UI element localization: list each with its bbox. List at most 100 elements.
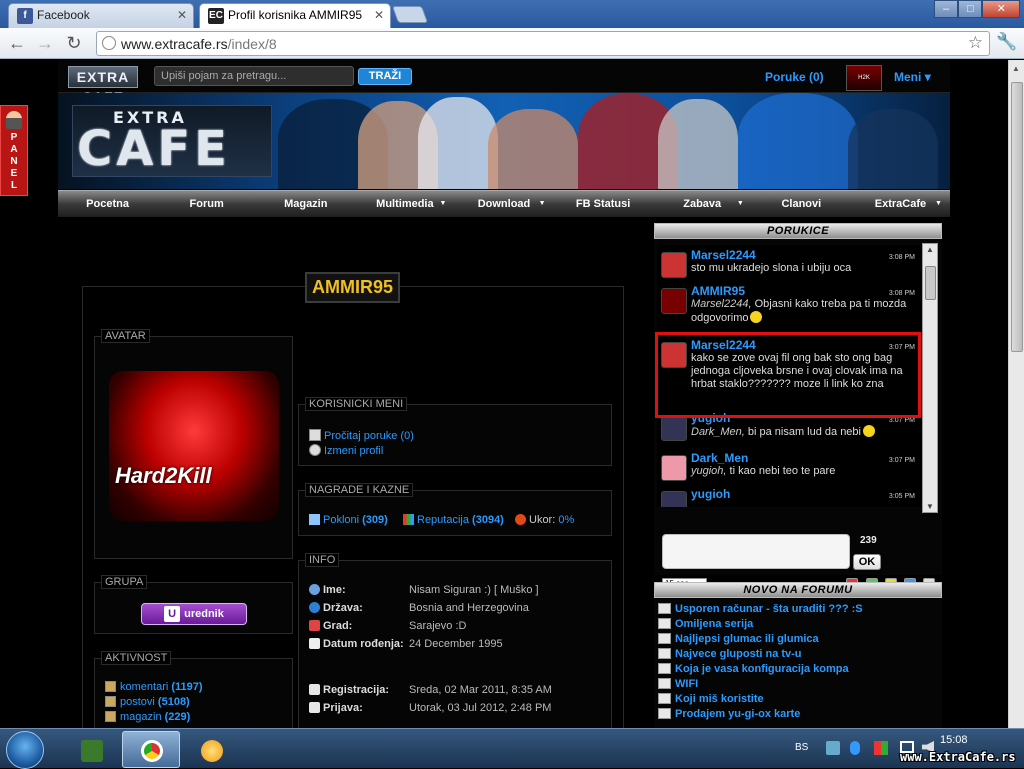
smiley-icon <box>750 311 763 323</box>
avatar[interactable] <box>661 415 687 441</box>
topic-icon <box>658 678 671 689</box>
bluetooth-icon[interactable] <box>850 741 860 755</box>
messages-link[interactable]: Poruke (0) <box>765 70 824 84</box>
minimize-icon[interactable]: – <box>934 0 959 18</box>
forum-topic-link[interactable]: Omiljena serija <box>658 618 753 630</box>
user-icon <box>309 584 320 595</box>
forum-topic-link[interactable]: Usporen računar - šta uraditi ??? :S <box>658 603 863 615</box>
user-avatar[interactable]: H2K <box>846 65 882 91</box>
shout-author[interactable]: AMMIR95 <box>691 285 921 298</box>
scroll-up-icon[interactable]: ▲ <box>926 245 934 254</box>
nav-item-extracafe[interactable]: ExtraCafe ▼ <box>851 191 950 217</box>
browser-window: f Facebook ✕ EC Profil korisnika AMMIR95… <box>0 0 1024 728</box>
shout-message: Marsel2244 3:08 PM sto mu ukradejo slona i… <box>657 249 921 278</box>
nav-item-zabava[interactable]: Zabava ▼ <box>653 191 752 217</box>
search-button[interactable]: TRAŽI <box>358 68 412 85</box>
read-messages-link[interactable]: Pročitaj poruke (0) <box>309 429 414 442</box>
activity-comments-link[interactable]: komentari (1197) <box>105 681 203 693</box>
avatar[interactable] <box>661 455 687 481</box>
extracafe-logo[interactable]: EXTRA CAFE <box>72 105 272 177</box>
windows-taskbar: BS 15:08 <box>0 728 1024 769</box>
reload-icon[interactable]: ↻ <box>63 32 85 54</box>
user-icon <box>6 111 22 129</box>
edit-profile-link[interactable]: Izmeni profil <box>309 444 383 457</box>
login-icon <box>309 702 320 713</box>
menu-link[interactable]: Meni ▾ <box>894 70 931 84</box>
chevron-down-icon: ▼ <box>935 200 942 207</box>
avatar-section: AVATAR Hard2Kill <box>94 329 293 559</box>
shout-author[interactable]: Marsel2244 <box>691 249 921 262</box>
nav-item-fb-statusi[interactable]: FB Statusi <box>554 191 653 217</box>
nav-item-forum[interactable]: Forum <box>157 191 256 217</box>
tab-title: Profil korisnika AMMIR95 <box>228 8 363 22</box>
activity-magazine-link[interactable]: magazin (229) <box>105 711 190 723</box>
nav-item-download[interactable]: Download ▼ <box>454 191 553 217</box>
search-input[interactable]: Upiši pojam za pretragu... <box>154 66 354 86</box>
tab-facebook[interactable]: f Facebook ✕ <box>8 3 194 28</box>
char-counter: 239 <box>860 535 877 546</box>
reputation-link[interactable]: Reputacija (3094) <box>403 514 504 526</box>
gifts-link[interactable]: Pokloni (309) <box>309 514 388 526</box>
envelope-icon <box>309 429 321 441</box>
scroll-thumb[interactable] <box>925 266 936 300</box>
avatar[interactable] <box>661 252 687 278</box>
nav-item-label: Magazin <box>284 198 328 210</box>
nav-item-clanovi[interactable]: Clanovi <box>752 191 851 217</box>
taskbar-app-chrome[interactable] <box>122 731 180 768</box>
shout-time: 3:08 PM <box>888 290 915 297</box>
scroll-up-icon[interactable]: ▲ <box>1012 64 1020 73</box>
register-icon <box>309 684 320 695</box>
forum-topic-link[interactable]: Najljepsi glumac ili glumica <box>658 633 819 645</box>
bookmark-star-icon[interactable]: ☆ <box>968 33 983 53</box>
section-legend: NAGRADE I KAZNE <box>305 483 414 497</box>
forum-topic-link[interactable]: Koji miš koristite <box>658 693 764 705</box>
shoutbox-scrollbar[interactable]: ▲ ▼ <box>922 243 938 513</box>
scroll-thumb[interactable] <box>1011 82 1023 352</box>
nav-item-pocetna[interactable]: Pocetna <box>58 191 157 217</box>
start-button[interactable] <box>6 731 44 769</box>
new-tab-button[interactable] <box>391 6 429 23</box>
close-icon[interactable]: ✕ <box>374 8 384 22</box>
shout-author[interactable]: yugioh <box>691 488 921 501</box>
calendar-icon <box>309 638 320 649</box>
forum-topic-link[interactable]: Najvece gluposti na tv-u <box>658 648 802 660</box>
shoutbox-input[interactable] <box>662 534 850 569</box>
avatar[interactable] <box>661 491 687 507</box>
taskbar-app-messenger[interactable] <box>182 731 240 768</box>
forum-topic-link[interactable]: Prodajem yu-gi-ox karte <box>658 708 800 720</box>
shout-time: 3:07 PM <box>888 457 915 464</box>
scroll-down-icon[interactable]: ▼ <box>926 502 934 511</box>
nav-item-multimedia[interactable]: Multimedia ▼ <box>355 191 454 217</box>
activity-posts-link[interactable]: postovi (5108) <box>105 696 190 708</box>
forward-icon[interactable]: → <box>34 32 56 54</box>
window-close-icon[interactable]: ✕ <box>982 0 1020 18</box>
shout-message: Dark_Men 3:07 PM yugioh, ti kao nebi teo t… <box>657 452 921 481</box>
clock[interactable]: 15:08 <box>940 734 968 746</box>
tray-icon[interactable] <box>826 741 840 755</box>
shoutbox-submit-button[interactable]: OK <box>853 554 881 570</box>
page-scrollbar[interactable]: ▲ <box>1008 60 1024 728</box>
nav-item-label: Forum <box>189 198 224 210</box>
forum-topic-link[interactable]: Koja je vasa konfiguracija kompa <box>658 663 849 675</box>
close-icon[interactable]: ✕ <box>177 8 187 22</box>
section-legend: KORISNICKI MENI <box>305 397 408 411</box>
shout-author[interactable]: Dark_Men <box>691 452 921 465</box>
tab-profil[interactable]: EC Profil korisnika AMMIR95 ✕ <box>199 3 391 29</box>
language-indicator[interactable]: BS <box>795 742 808 753</box>
avatar[interactable] <box>661 288 687 314</box>
shout-text: Dark_Men, bi pa nisam lud da nebi <box>691 425 921 439</box>
profile-avatar: Hard2Kill <box>109 371 279 521</box>
section-legend: GRUPA <box>101 575 148 589</box>
nav-item-magazin[interactable]: Magazin <box>256 191 355 217</box>
topic-icon <box>658 693 671 704</box>
side-panel-tab[interactable]: PANEL <box>0 105 28 196</box>
url-text: www.extracafe.rs/index/8 <box>121 36 277 52</box>
tray-flag-icon[interactable] <box>874 741 888 755</box>
taskbar-app-utorrent[interactable] <box>62 731 120 768</box>
address-bar[interactable]: www.extracafe.rs/index/8 ☆ <box>96 31 990 56</box>
back-icon[interactable]: ← <box>6 32 28 54</box>
forum-topic-link[interactable]: WIFI <box>658 678 698 690</box>
site-logo-small[interactable]: EXTRA CAFE <box>68 66 138 105</box>
maximize-icon[interactable]: □ <box>958 0 983 18</box>
wrench-icon[interactable]: 🔧 <box>996 32 1017 52</box>
